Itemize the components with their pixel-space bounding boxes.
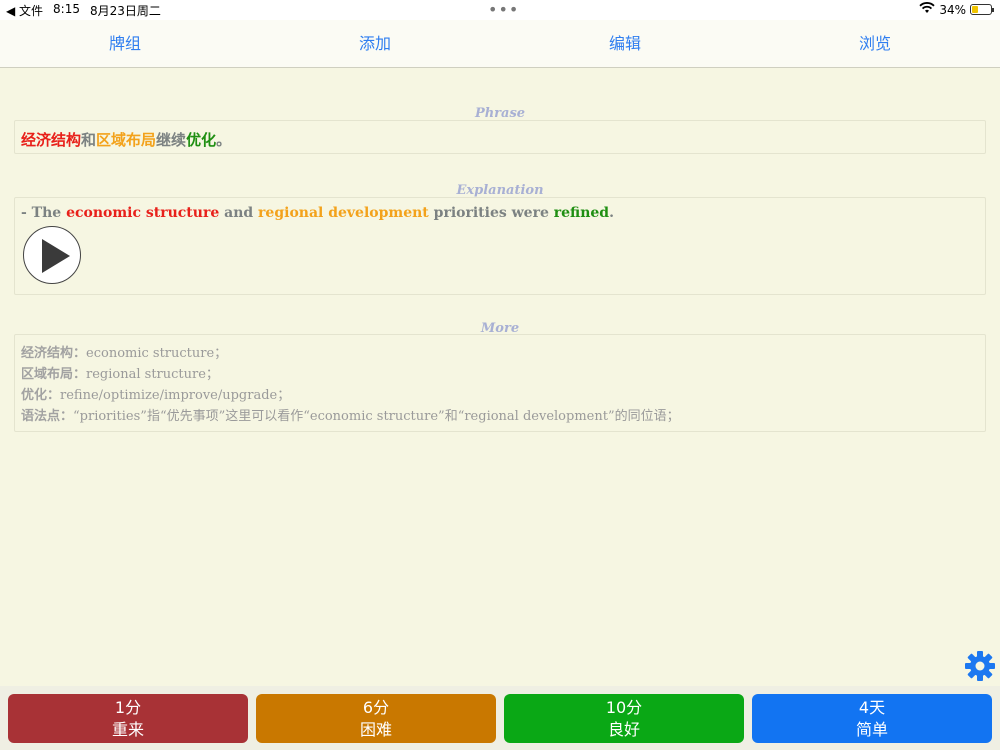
explanation-text: - The economic structure and regional de… [21, 205, 979, 221]
explanation-label: Explanation [456, 183, 544, 198]
phrase-segment: 经济结构 [21, 131, 82, 149]
good-interval: 10分 [605, 698, 643, 717]
explanation-segment: refined [553, 205, 610, 221]
tab-decks[interactable]: 牌组 [0, 20, 250, 67]
again-interval: 1分 [114, 698, 142, 717]
battery-icon [970, 4, 994, 15]
battery-fill [972, 6, 978, 13]
hard-label: 困难 [359, 720, 392, 739]
explanation-segment: economic structure [66, 205, 220, 221]
phrase-segment: 。 [216, 131, 232, 149]
hard-button[interactable]: 6分 困难 [256, 694, 496, 743]
more-row: 优化：refine/optimize/improve/upgrade； [21, 385, 979, 406]
play-icon [42, 239, 70, 273]
explanation-segment: priorities were [428, 205, 554, 221]
status-date: 8月23日周二 [90, 4, 161, 18]
phrase-panel: 经济结构和区域布局继续优化。 [14, 120, 986, 154]
more-key: 区域布局： [21, 367, 87, 382]
easy-interval: 4天 [858, 698, 886, 717]
good-button[interactable]: 10分 良好 [504, 694, 744, 743]
tab-add[interactable]: 添加 [250, 20, 500, 67]
tab-browse[interactable]: 浏览 [750, 20, 1000, 67]
top-toolbar: 牌组 添加 编辑 浏览 [0, 20, 1000, 68]
more-value: regional structure； [86, 367, 219, 382]
explanation-segment: . [609, 205, 614, 221]
more-row: 语法点：“priorities”指“优先事项”这里可以看作“economic s… [21, 406, 979, 427]
answer-buttons-bar: 1分 重来 6分 困难 10分 良好 4天 简单 [0, 686, 1000, 750]
more-key: 优化： [21, 388, 61, 403]
phrase-label: Phrase [474, 106, 526, 121]
easy-label: 简单 [855, 720, 888, 739]
back-to-app-link[interactable]: ◀ 文件 [6, 2, 43, 19]
phrase-segment: 优化 [186, 131, 217, 149]
more-value: refine/optimize/improve/upgrade； [60, 388, 291, 403]
phrase-segment: 继续 [156, 131, 187, 149]
gear-icon[interactable] [963, 649, 997, 683]
more-value: “priorities”指“优先事项”这里可以看作“economic struc… [73, 409, 680, 424]
battery-percent: 34% [939, 2, 966, 17]
again-button[interactable]: 1分 重来 [8, 694, 248, 743]
explanation-segment: - The [21, 205, 67, 221]
status-bar: ◀ 文件 8:15 8月23日周二 ••• 34% [0, 0, 1000, 20]
more-value: economic structure； [86, 346, 228, 361]
more-row: 经济结构：economic structure； [21, 343, 979, 364]
again-label: 重来 [111, 720, 144, 739]
more-key: 语法点： [21, 409, 74, 424]
more-key: 经济结构： [21, 346, 87, 361]
explanation-segment: and [219, 205, 259, 221]
multitasking-dots[interactable]: ••• [488, 0, 519, 19]
phrase-segment: 和 [81, 131, 97, 149]
more-row: 区域布局：regional structure； [21, 364, 979, 385]
explanation-segment: regional development [258, 205, 429, 221]
status-time: 8:15 [53, 2, 80, 16]
wifi-icon [919, 2, 935, 17]
tab-edit[interactable]: 编辑 [500, 20, 750, 67]
play-audio-button[interactable] [23, 226, 81, 284]
more-panel: 经济结构：economic structure； 区域布局：regional s… [14, 334, 986, 432]
explanation-panel: - The economic structure and regional de… [14, 197, 986, 295]
hard-interval: 6分 [362, 698, 390, 717]
phrase-segment: 区域布局 [96, 131, 157, 149]
easy-button[interactable]: 4天 简单 [752, 694, 992, 743]
good-label: 良好 [607, 720, 640, 739]
